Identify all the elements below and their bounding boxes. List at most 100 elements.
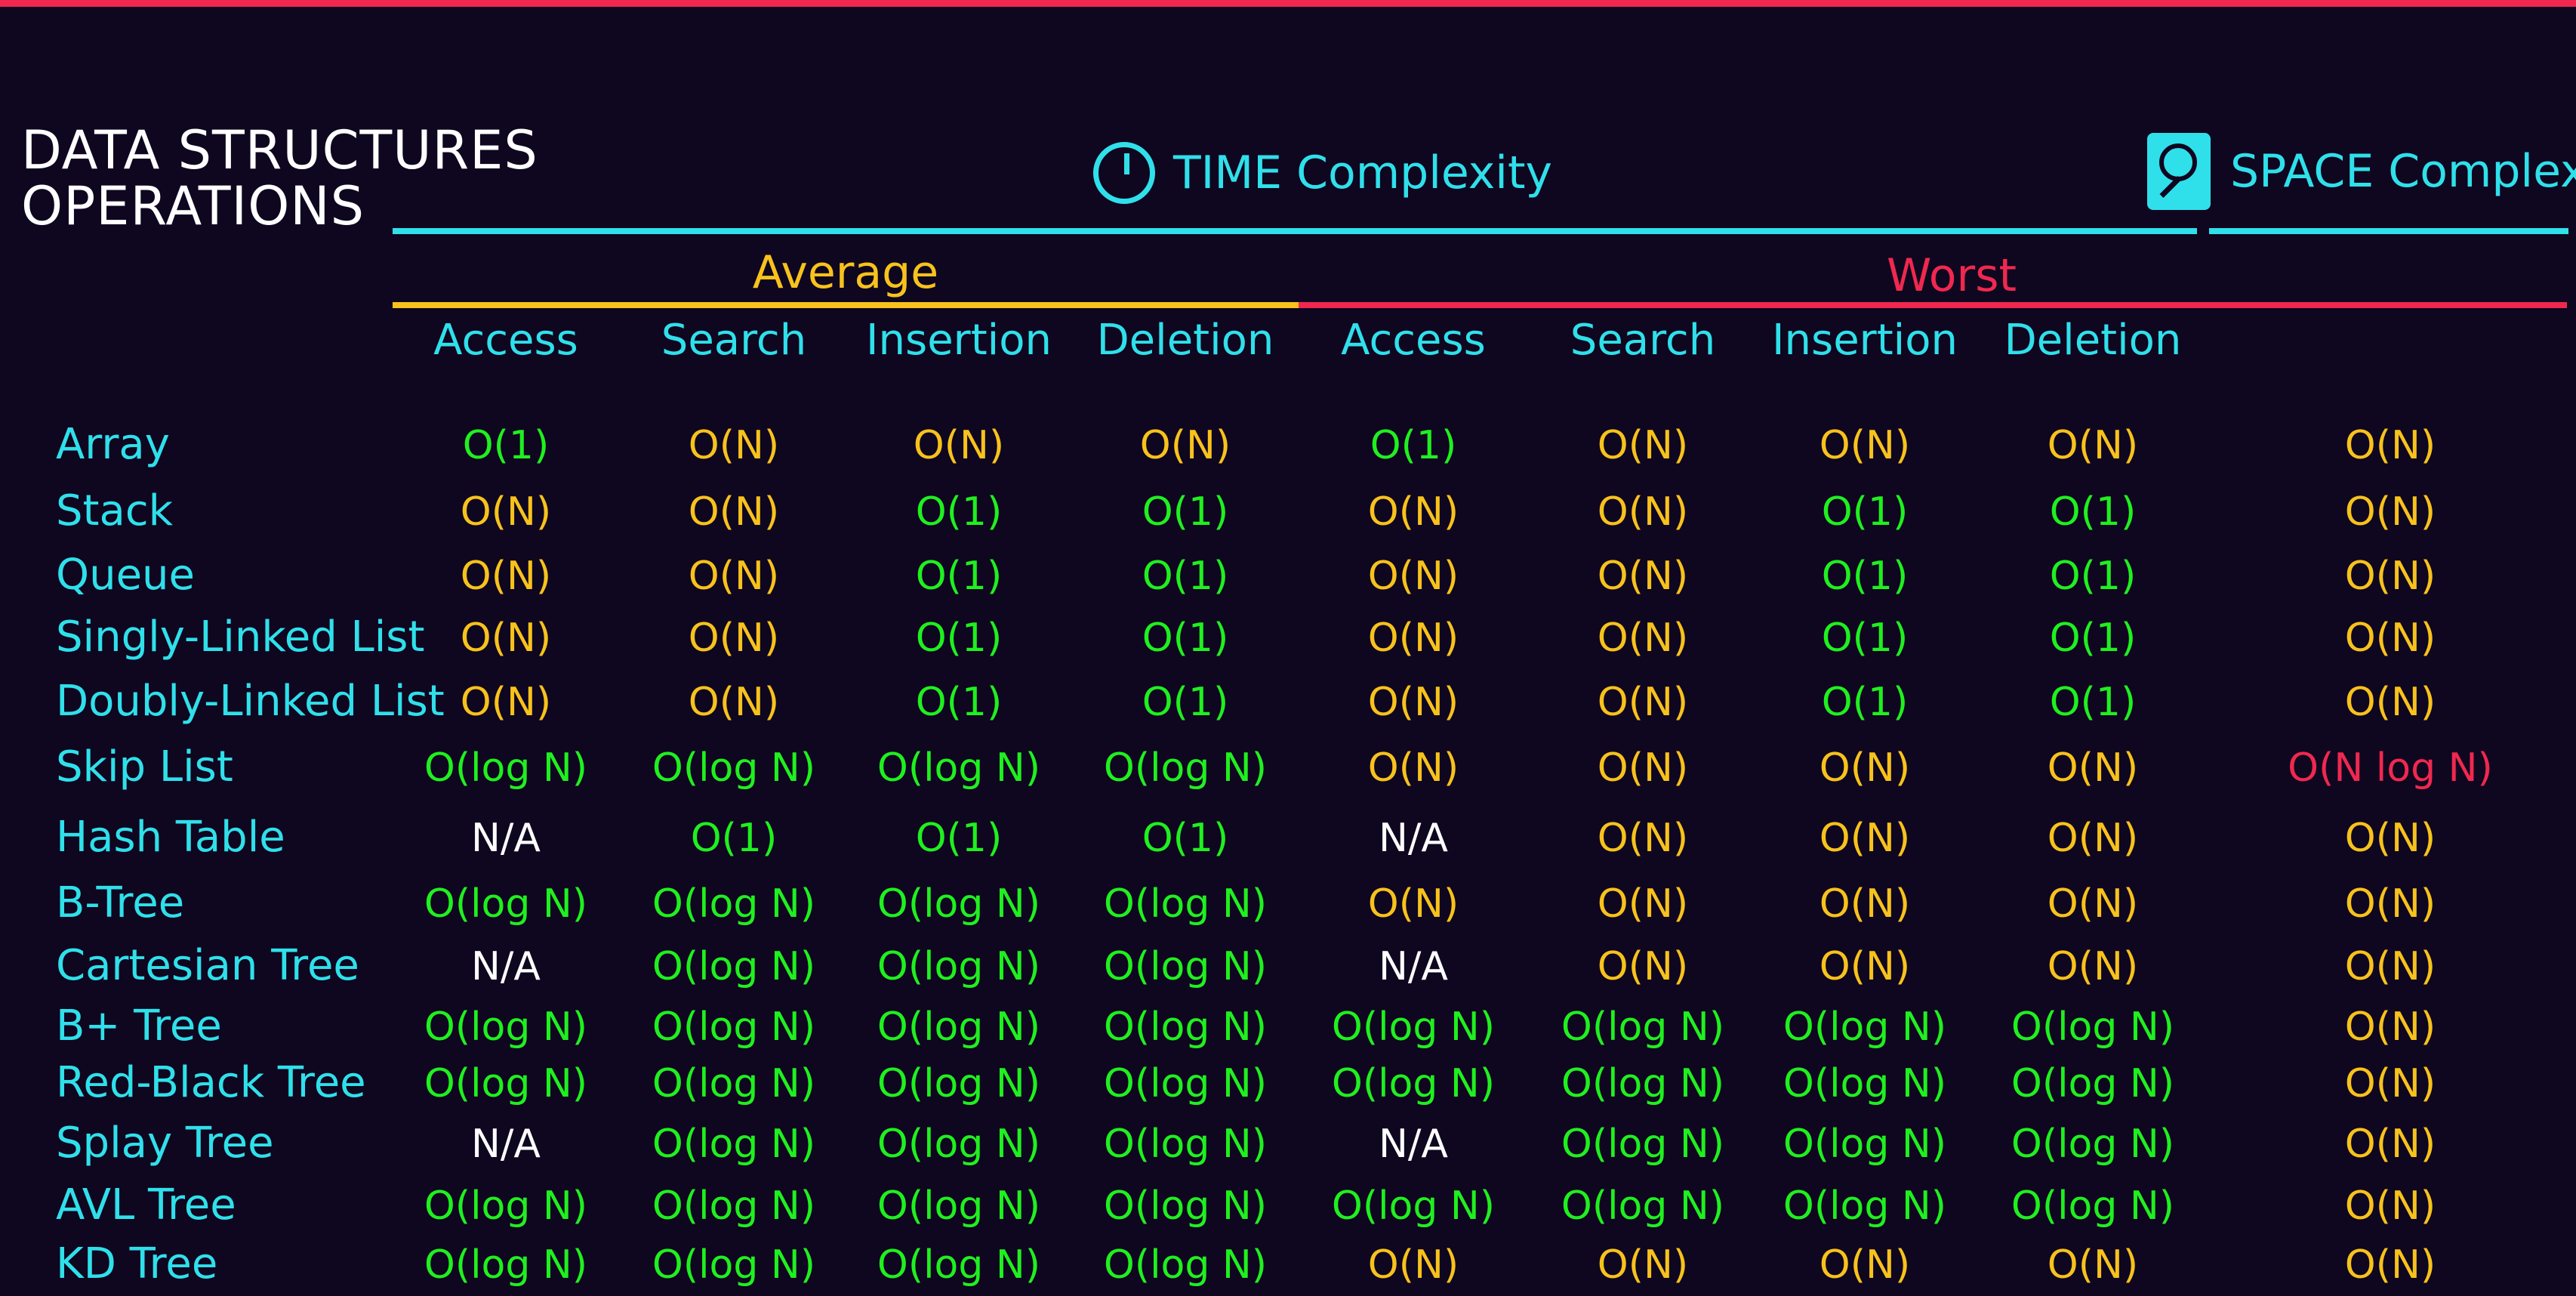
- time-complexity-cell: O(log N): [652, 944, 816, 989]
- time-complexity-cell: O(1): [1142, 616, 1229, 661]
- space-complexity-cell: O(N): [2344, 881, 2436, 927]
- time-complexity-cell: O(N): [688, 616, 780, 661]
- time-complexity-cell: O(N): [688, 423, 780, 468]
- time-complexity-cell: O(log N): [1561, 1122, 1725, 1167]
- time-complexity-cell: O(N): [1597, 1242, 1689, 1288]
- time-complexity-cell: O(log N): [877, 1061, 1041, 1106]
- page-title: DATA STRUCTURES OPERATIONS: [21, 122, 538, 234]
- time-complexity-cell: O(log N): [424, 881, 588, 927]
- time-complexity-cell: O(N): [1597, 616, 1689, 661]
- time-complexity-cell: O(N): [1367, 1242, 1459, 1288]
- time-complexity-cell: O(log N): [1103, 944, 1268, 989]
- time-complexity-cell: O(1): [1370, 423, 1457, 468]
- time-complexity-cell: O(log N): [1103, 1183, 1268, 1229]
- time-complexity-cell: O(log N): [2011, 1004, 2175, 1050]
- space-complexity-cell: O(N): [2344, 680, 2436, 725]
- worst-group-label: Worst: [1299, 249, 2576, 302]
- time-complexity-cell: O(N): [688, 554, 780, 599]
- time-complexity-cell: O(N): [460, 680, 552, 725]
- time-complexity-cell: O(N): [1597, 423, 1689, 468]
- time-complexity-cell: O(N): [1367, 616, 1459, 661]
- time-complexity-cell: O(log N): [424, 1004, 588, 1050]
- time-complexity-cell: O(log N): [1783, 1004, 1947, 1050]
- space-complexity-cell: O(N): [2344, 944, 2436, 989]
- row-label: Singly-Linked List: [56, 613, 425, 662]
- column-header: Access: [1341, 316, 1486, 365]
- time-complexity-cell: O(N): [1819, 944, 1911, 989]
- time-complexity-cell: O(N): [2047, 944, 2139, 989]
- column-header: Insertion: [866, 316, 1052, 365]
- time-complexity-cell: O(log N): [1783, 1122, 1947, 1167]
- time-complexity-cell: O(1): [2049, 680, 2137, 725]
- time-complexity-cell: O(N): [1819, 881, 1911, 927]
- time-complexity-cell: O(log N): [1561, 1004, 1725, 1050]
- time-complexity-cell: O(log N): [877, 745, 1041, 791]
- time-complexity-cell: O(N): [2047, 423, 2139, 468]
- row-label: Array: [56, 420, 170, 469]
- time-complexity-cell: O(N): [1139, 423, 1231, 468]
- time-complexity-cell: O(1): [915, 616, 1003, 661]
- time-complexity-cell: O(N): [1367, 680, 1459, 725]
- column-header: Access: [433, 316, 578, 365]
- row-label: AVL Tree: [56, 1180, 236, 1230]
- time-complexity-cell: O(1): [915, 680, 1003, 725]
- time-complexity-cell: O(1): [1142, 816, 1229, 861]
- time-complexity-label: TIME Complexity: [1173, 147, 1552, 199]
- column-header: Search: [661, 316, 807, 365]
- row-label: Splay Tree: [56, 1119, 274, 1168]
- time-complexity-cell: O(log N): [1103, 1061, 1268, 1106]
- time-complexity-cell: O(1): [2049, 616, 2137, 661]
- average-divider: [393, 302, 1299, 308]
- space-complexity-header: SPACE Complexity: [2147, 133, 2576, 210]
- time-complexity-cell: O(log N): [652, 1122, 816, 1167]
- time-complexity-cell: O(log N): [2011, 1183, 2175, 1229]
- time-complexity-cell: O(log N): [424, 1061, 588, 1106]
- time-complexity-cell: O(N): [1367, 881, 1459, 927]
- time-complexity-cell: O(log N): [652, 881, 816, 927]
- worst-divider: [1299, 302, 2567, 308]
- worst-group-text: Worst: [1887, 249, 2017, 302]
- disk-icon: [2147, 133, 2211, 210]
- time-complexity-cell: O(N): [1819, 816, 1911, 861]
- time-complexity-cell: O(log N): [1103, 1122, 1268, 1167]
- time-complexity-cell: O(N): [460, 616, 552, 661]
- time-complexity-cell: O(N): [1367, 489, 1459, 535]
- time-complexity-cell: O(1): [1821, 489, 1909, 535]
- space-complexity-cell: O(N): [2344, 1122, 2436, 1167]
- time-complexity-cell: O(1): [1142, 680, 1229, 725]
- space-complexity-cell: O(N): [2344, 1242, 2436, 1288]
- time-complexity-cell: O(N): [1819, 745, 1911, 791]
- time-complexity-cell: N/A: [471, 944, 541, 989]
- time-complexity-cell: O(N): [1597, 944, 1689, 989]
- time-complexity-cell: O(N): [913, 423, 1005, 468]
- space-complexity-cell: O(N): [2344, 1061, 2436, 1106]
- time-complexity-cell: O(log N): [1561, 1061, 1725, 1106]
- column-header: Insertion: [1772, 316, 1958, 365]
- row-label: KD Tree: [56, 1239, 218, 1288]
- time-complexity-cell: O(N): [2047, 1242, 2139, 1288]
- time-complexity-cell: O(1): [690, 816, 778, 861]
- time-complexity-cell: N/A: [471, 816, 541, 861]
- time-complexity-cell: N/A: [1379, 1122, 1448, 1167]
- time-complexity-cell: O(log N): [1561, 1183, 1725, 1229]
- time-complexity-cell: O(N): [1819, 1242, 1911, 1288]
- time-complexity-cell: O(1): [1142, 489, 1229, 535]
- time-complexity-cell: O(N): [1597, 745, 1689, 791]
- time-complexity-cell: O(log N): [652, 745, 816, 791]
- title-line-2: OPERATIONS: [21, 175, 365, 237]
- average-group-label: Average: [752, 246, 939, 299]
- time-complexity-cell: O(log N): [1103, 1004, 1268, 1050]
- time-complexity-cell: O(1): [2049, 489, 2137, 535]
- time-complexity-cell: O(log N): [2011, 1061, 2175, 1106]
- time-complexity-cell: O(log N): [877, 1242, 1041, 1288]
- row-label: Cartesian Tree: [56, 941, 359, 990]
- time-complexity-cell: O(log N): [424, 1183, 588, 1229]
- time-complexity-cell: O(log N): [1331, 1004, 1496, 1050]
- time-complexity-cell: O(log N): [1103, 1242, 1268, 1288]
- space-complexity-cell: O(N): [2344, 616, 2436, 661]
- space-complexity-label: SPACE Complexity: [2230, 145, 2576, 198]
- time-complexity-cell: O(log N): [877, 1004, 1041, 1050]
- row-label: B+ Tree: [56, 1001, 222, 1051]
- time-complexity-cell: O(N): [460, 554, 552, 599]
- time-complexity-cell: O(1): [1821, 680, 1909, 725]
